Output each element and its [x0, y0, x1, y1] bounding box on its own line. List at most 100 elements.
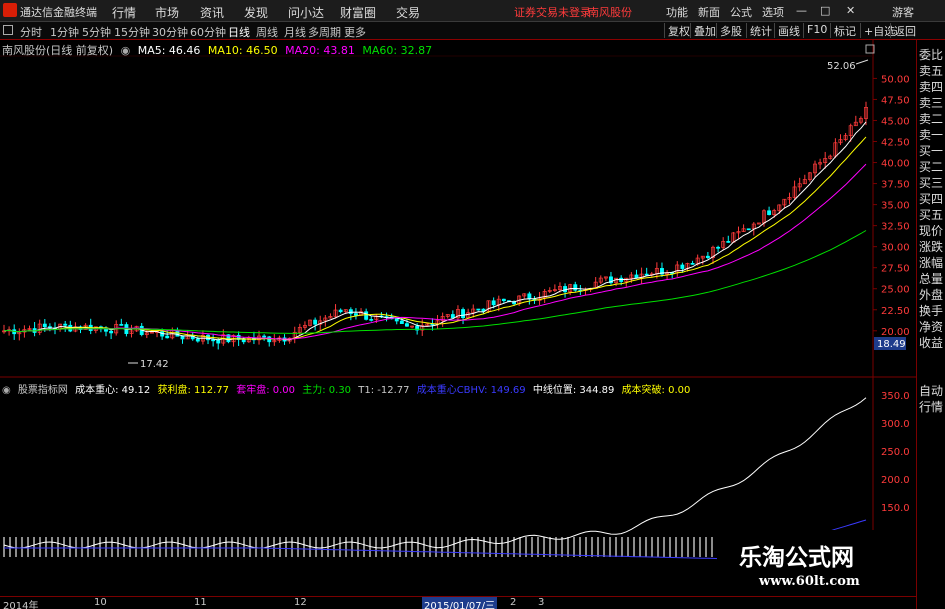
f10-button[interactable]: F10	[803, 23, 830, 38]
menu-new-page[interactable]: 新面	[698, 4, 720, 20]
low-price-marker: 17.42	[140, 359, 169, 370]
adjust-button[interactable]: 复权	[664, 23, 693, 38]
maximize-button[interactable]: □	[820, 4, 830, 17]
price-markers: 52.06 17.42	[128, 59, 869, 370]
candle-body	[726, 241, 731, 243]
sidebar-item-ask2[interactable]: 卖二	[919, 112, 943, 126]
period-toolbar: 分时 1分钟 5分钟 15分钟 30分钟 60分钟 日线 周线 月线 多周期 更…	[0, 22, 945, 40]
ma-line	[3, 136, 867, 340]
sidebar-item-turnover[interactable]: 换手	[919, 304, 943, 318]
stats-button[interactable]: 统计	[746, 23, 775, 38]
candle-body	[573, 284, 578, 291]
draw-line-button[interactable]: 画线	[774, 23, 803, 38]
menu-item-ask[interactable]: 问小达	[288, 4, 324, 21]
menu-item-news[interactable]: 资讯	[200, 4, 224, 21]
watermark: 乐淘公式网 www.60lt.com	[717, 530, 916, 596]
sidebar-item-bid5[interactable]: 买五	[919, 208, 943, 222]
moving-averages	[3, 121, 867, 341]
cost-center-line	[3, 397, 867, 549]
period-5min[interactable]: 5分钟	[82, 24, 111, 40]
sidebar-item-ask5[interactable]: 卖五	[919, 64, 943, 78]
candle-body	[399, 320, 404, 324]
candle-body	[690, 263, 695, 265]
user-button[interactable]: 游客	[892, 4, 914, 20]
candle-body	[262, 335, 267, 338]
price-tick-label: 50.00	[881, 74, 910, 85]
period-1min[interactable]: 1分钟	[50, 24, 79, 40]
sub-tick-label: 200.0	[881, 475, 910, 486]
sidebar-item-ask3[interactable]: 卖三	[919, 96, 943, 110]
menu-formula[interactable]: 公式	[730, 4, 752, 20]
period-30min[interactable]: 30分钟	[152, 24, 188, 40]
candle-body	[353, 313, 358, 316]
sidebar-item-ask4[interactable]: 卖四	[919, 80, 943, 94]
price-tick-label: 42.50	[881, 138, 910, 149]
indicator-icon[interactable]: ◉	[2, 385, 11, 396]
menu-function[interactable]: 功能	[666, 4, 688, 20]
period-more[interactable]: 更多	[344, 24, 366, 40]
menu-item-discover[interactable]: 发现	[244, 4, 268, 21]
period-weekly[interactable]: 周线	[256, 24, 278, 40]
sidebar-item-bid4[interactable]: 买四	[919, 192, 943, 206]
period-tick[interactable]: 分时	[20, 24, 42, 40]
candle-body	[364, 311, 369, 320]
date-label: 12	[294, 597, 307, 608]
menu-item-wealth[interactable]: 财富圈	[340, 4, 376, 21]
candle-body	[267, 336, 272, 343]
sidebar-item-eps[interactable]: 收益	[919, 336, 943, 350]
sidebar-item-quotes[interactable]: 行情	[919, 400, 943, 414]
cbhv-label: 成本重心CBHV: 149.69	[416, 385, 526, 396]
ma5-label: MA5: 46.46	[137, 44, 201, 57]
sidebar-item-bid2[interactable]: 买二	[919, 160, 943, 174]
sidebar-item-pct[interactable]: 涨幅	[919, 256, 943, 270]
minimize-button[interactable]: —	[796, 4, 807, 17]
chart-info-line: 南风股份(日线 前复权) ◉ MA5: 46.46 MA10: 46.50 MA…	[2, 42, 436, 57]
candle-body	[119, 324, 124, 326]
ma-line	[3, 121, 867, 341]
candle-body	[394, 318, 399, 322]
menu-options[interactable]: 选项	[762, 4, 784, 20]
period-monthly[interactable]: 月线	[284, 24, 306, 40]
toolbar-menu-icon[interactable]	[3, 25, 13, 35]
sidebar-item-bid3[interactable]: 买三	[919, 176, 943, 190]
selected-date: 2015/01/07/三	[422, 597, 498, 609]
period-daily[interactable]: 日线	[228, 24, 250, 40]
period-60min[interactable]: 60分钟	[190, 24, 226, 40]
overlay-button[interactable]: 叠加	[690, 23, 719, 38]
sidebar-item-volume[interactable]: 总量	[919, 272, 943, 286]
sidebar-item-change[interactable]: 涨跌	[919, 240, 943, 254]
sidebar-item-ask1[interactable]: 卖一	[919, 128, 943, 142]
midline-label: 中线位置: 344.89	[532, 385, 615, 396]
price-tick-label: 40.00	[881, 159, 910, 170]
settings-icon[interactable]: ◉	[121, 44, 131, 57]
back-button[interactable]: 返回	[890, 23, 919, 38]
multi-stock-button[interactable]: 多股	[716, 23, 745, 38]
mark-button[interactable]: 标记	[830, 23, 859, 38]
sidebar-item-bid1[interactable]: 买一	[919, 144, 943, 158]
menu-item-trade[interactable]: 交易	[396, 4, 420, 21]
menu-item-markets[interactable]: 市场	[155, 4, 179, 21]
period-multi[interactable]: 多周期	[308, 24, 341, 40]
close-button[interactable]: ✕	[846, 4, 855, 17]
candle-body	[165, 335, 170, 339]
sub-tick-label: 150.0	[881, 503, 910, 514]
quote-sidebar: 委比 卖五 卖四 卖三 卖二 卖一 买一 买二 买三 买四 买五 现价 涨跌 涨…	[916, 40, 945, 609]
high-price-marker: 52.06	[827, 61, 856, 72]
date-label: 11	[194, 597, 207, 608]
ma60-label: MA60: 32.87	[362, 44, 433, 57]
price-chart[interactable]: 50.00 47.50 45.00 42.50 40.00 37.50 35.00 32.50…	[0, 40, 916, 596]
candle-body	[767, 210, 772, 215]
sidebar-item-ratio[interactable]: 委比	[919, 48, 943, 62]
period-15min[interactable]: 15分钟	[114, 24, 150, 40]
candle-body	[109, 330, 114, 334]
cost-center-label: 成本重心: 49.12	[75, 385, 151, 396]
sidebar-item-netasset[interactable]: 净资	[919, 320, 943, 334]
indicator-bars	[3, 537, 719, 557]
menu-item-market[interactable]: 行情	[112, 4, 136, 21]
candle-body	[680, 264, 685, 269]
high-marker-arrow	[855, 59, 869, 65]
candle-body	[404, 323, 409, 327]
sidebar-item-price[interactable]: 现价	[919, 224, 943, 238]
sidebar-item-outer[interactable]: 外盘	[919, 288, 943, 302]
sidebar-item-auto[interactable]: 自动	[919, 384, 943, 398]
